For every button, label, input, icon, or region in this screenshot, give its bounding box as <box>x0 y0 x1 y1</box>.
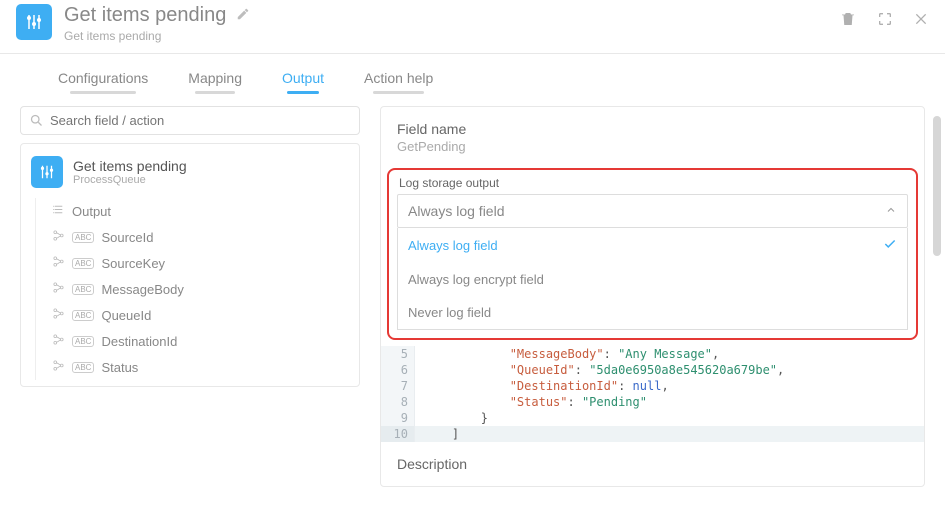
sample-json: 5 "MessageBody": "Any Message",6 "QueueI… <box>381 346 924 442</box>
code-line: 7 "DestinationId": null, <box>381 378 924 394</box>
log-storage-options: Always log field Always log encrypt field… <box>397 228 908 330</box>
option-label: Always log field <box>408 238 498 253</box>
tree-item[interactable]: ABC QueueId <box>21 302 359 328</box>
panel-scrollbar[interactable] <box>931 106 941 487</box>
line-number: 8 <box>381 394 415 410</box>
log-storage-option[interactable]: Never log field <box>398 296 907 329</box>
type-badge-abc: ABC <box>72 336 94 347</box>
branch-icon <box>52 333 65 349</box>
tree-root[interactable]: Get items pending ProcessQueue <box>21 150 359 194</box>
tree-item[interactable]: ABC SourceKey <box>21 250 359 276</box>
check-icon <box>883 237 897 254</box>
line-number: 9 <box>381 410 415 426</box>
search-icon <box>29 113 44 128</box>
pencil-icon <box>236 7 250 21</box>
tree-item-label: SourceKey <box>101 256 165 271</box>
chevron-up-icon <box>885 203 897 219</box>
list-icon <box>52 203 65 219</box>
tree-item-label: Output <box>72 204 111 219</box>
type-badge-abc: ABC <box>72 310 94 321</box>
log-storage-option[interactable]: Always log field <box>398 228 907 263</box>
log-storage-option[interactable]: Always log encrypt field <box>398 263 907 296</box>
option-label: Always log encrypt field <box>408 272 544 287</box>
type-badge-abc: ABC <box>72 258 94 269</box>
expand-button[interactable] <box>877 11 893 30</box>
tab-mapping[interactable]: Mapping <box>186 64 244 92</box>
pipeline-icon <box>38 163 56 181</box>
option-label: Never log field <box>408 305 491 320</box>
search-box[interactable] <box>20 106 360 135</box>
tab-bar: Configurations Mapping Output Action hel… <box>0 54 945 92</box>
close-button[interactable] <box>913 11 929 30</box>
log-storage-label: Log storage output <box>389 170 916 194</box>
line-number: 7 <box>381 378 415 394</box>
tree-item[interactable]: ABC MessageBody <box>21 276 359 302</box>
search-input[interactable] <box>50 113 351 128</box>
expand-icon <box>877 11 893 27</box>
delete-button[interactable] <box>839 10 857 31</box>
code-line: 5 "MessageBody": "Any Message", <box>381 346 924 362</box>
code-line: 6 "QueueId": "5da0e6950a8e545620a679be", <box>381 362 924 378</box>
tab-action-help[interactable]: Action help <box>362 64 435 92</box>
page-subtitle: Get items pending <box>64 29 839 43</box>
field-tree: Get items pending ProcessQueue Output ABC… <box>20 143 360 387</box>
branch-icon <box>52 255 65 271</box>
pipeline-icon <box>24 12 44 32</box>
code-line: 9 } <box>381 410 924 426</box>
tree-root-icon <box>31 156 63 188</box>
branch-icon <box>52 229 65 245</box>
action-icon <box>16 4 52 40</box>
type-badge-abc: ABC <box>72 232 94 243</box>
type-badge-abc: ABC <box>72 362 94 373</box>
tree-item-label: DestinationId <box>101 334 177 349</box>
tree-root-sub: ProcessQueue <box>73 174 187 186</box>
field-name-value: GetPending <box>397 139 908 154</box>
tab-output[interactable]: Output <box>280 64 326 92</box>
branch-icon <box>52 359 65 375</box>
edit-title-icon[interactable] <box>236 7 250 24</box>
detail-panel: Field name GetPending Log storage output… <box>380 106 925 487</box>
code-line: 8 "Status": "Pending" <box>381 394 924 410</box>
tree-item-label: QueueId <box>101 308 151 323</box>
log-storage-section: Log storage output Always log field Alwa… <box>387 168 918 340</box>
page-title: Get items pending <box>64 4 226 27</box>
tree-item[interactable]: ABC Status <box>21 354 359 380</box>
tree-item[interactable]: Output <box>21 198 359 224</box>
log-storage-selected: Always log field <box>408 203 505 219</box>
modal-header: Get items pending Get items pending <box>0 0 945 54</box>
scrollbar-thumb[interactable] <box>933 116 941 256</box>
trash-icon <box>839 10 857 28</box>
line-number: 10 <box>381 426 415 442</box>
branch-icon <box>52 307 65 323</box>
tree-item-label: SourceId <box>101 230 153 245</box>
line-number: 6 <box>381 362 415 378</box>
tree-item-label: Status <box>101 360 138 375</box>
tree-item[interactable]: ABC SourceId <box>21 224 359 250</box>
branch-icon <box>52 281 65 297</box>
line-number: 5 <box>381 346 415 362</box>
description-label: Description <box>381 442 924 472</box>
type-badge-abc: ABC <box>72 284 94 295</box>
log-storage-select[interactable]: Always log field <box>397 194 908 228</box>
close-icon <box>913 11 929 27</box>
tab-configurations[interactable]: Configurations <box>56 64 150 92</box>
tree-item-label: MessageBody <box>101 282 183 297</box>
code-line: 10 ] <box>381 426 924 442</box>
field-name-label: Field name <box>397 121 908 137</box>
tree-item[interactable]: ABC DestinationId <box>21 328 359 354</box>
tree-root-title: Get items pending <box>73 158 187 174</box>
